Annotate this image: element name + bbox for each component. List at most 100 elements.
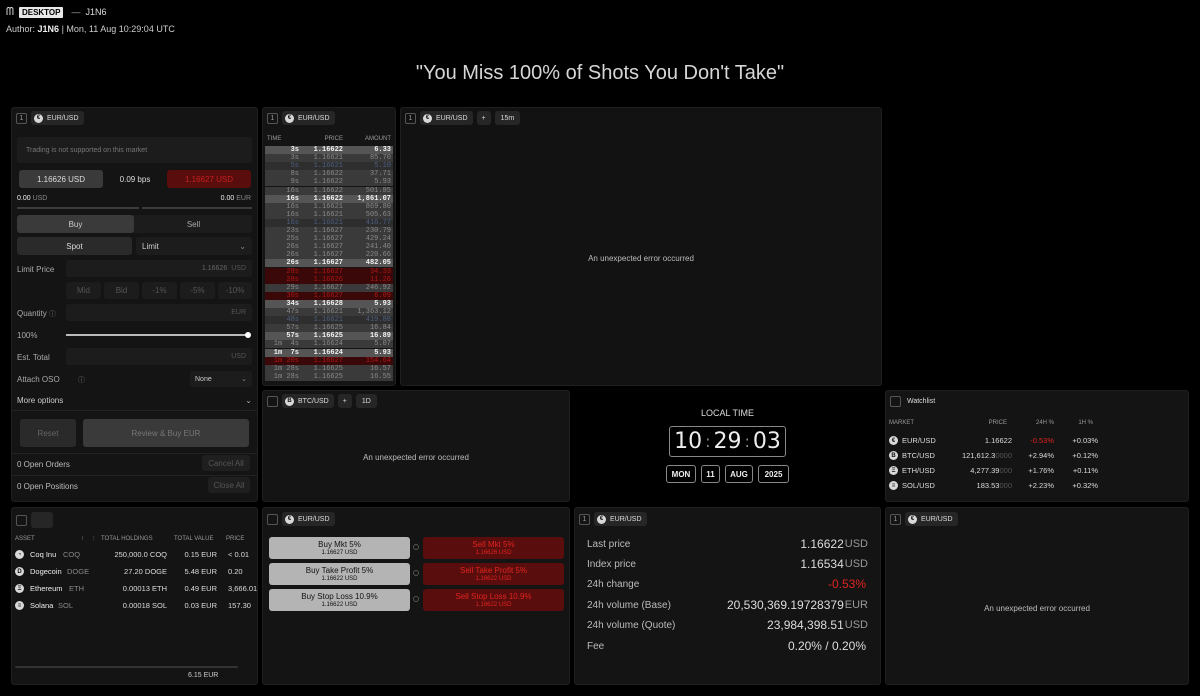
trade-time: 1m 28s [273, 372, 299, 381]
bid-price[interactable]: 1.16626 USD [19, 170, 103, 188]
quick-bid-button[interactable]: Bid [104, 282, 139, 299]
quick-minus10-button[interactable]: -10% [218, 282, 252, 299]
market-selector[interactable]: € EUR/USD [282, 111, 335, 125]
logo-text: DESKTOP [18, 6, 64, 18]
trade-time: 28s [286, 275, 299, 284]
trade-amount: 5.10 [374, 162, 391, 171]
euro-icon: € [908, 514, 917, 524]
watch-price: 1.16622 [984, 436, 1012, 445]
quantity-input[interactable]: EUR [66, 304, 252, 321]
panel-number[interactable]: 1 [405, 112, 416, 124]
trade-time: 26s [286, 243, 299, 252]
trade-row: 1m 28s 1.16625 16.57 [265, 364, 393, 373]
watchlist-row[interactable]: € EUR/USD 1.16622 -0.53% +0.03% [889, 435, 1184, 447]
panel-number[interactable]: 1 [16, 112, 27, 124]
asset-value: 0.49 EUR [184, 584, 217, 593]
portfolio-row[interactable]: Ξ Ethereum ETH 0.00013 ETH 0.49 EUR 3,666.01 [15, 583, 257, 595]
market-selector[interactable]: € EUR/USD [31, 111, 84, 125]
trade-row: 16s 1.16622 501.85 [265, 186, 393, 195]
review-buy-button[interactable]: Review & Buy EUR [83, 419, 249, 447]
quick-minus5-button[interactable]: -5% [180, 282, 215, 299]
trade-time: 1m 4s [273, 340, 299, 349]
interval-selector[interactable]: 1D [355, 394, 377, 408]
spot-button[interactable]: Spot [17, 237, 132, 255]
add-indicator-button[interactable]: + [337, 394, 352, 408]
buy-tab[interactable]: Buy [17, 215, 134, 233]
add-indicator-button[interactable]: + [476, 111, 491, 125]
portfolio-row[interactable]: ≡ Solana SOL 0.00018 SOL 0.03 EUR 157.30 [15, 600, 257, 612]
horizontal-scrollbar[interactable] [15, 666, 238, 668]
oso-select[interactable]: None ⌄ [190, 371, 252, 387]
panel-number[interactable] [267, 513, 278, 525]
market-selector[interactable]: B BTC/USD [282, 394, 334, 408]
slider-handle[interactable] [245, 332, 251, 338]
watchlist-row[interactable]: B BTC/USD 121,612.30000 +2.94% +0.12% [889, 450, 1184, 462]
coin-icon: ≡ [889, 481, 898, 490]
slider-fill [66, 334, 250, 336]
more-options-toggle[interactable]: More options ⌄ [17, 396, 252, 405]
sort-icon[interactable]: ↑ [81, 536, 84, 542]
buy-market-button[interactable]: Buy Mkt 5% 1.16627 USD [269, 537, 410, 559]
trade-price: 1.16622 [313, 170, 343, 179]
trade-amount: 419.88 [365, 316, 391, 325]
trade-row: 30s 1.16627 6.09 [265, 291, 393, 300]
watchlist-row[interactable]: Ξ ETH/USD 4,277.39000 +1.76% +0.11% [889, 465, 1184, 477]
market-selector[interactable]: € EUR/USD [420, 111, 473, 125]
close-all-button[interactable]: Close All [208, 477, 250, 493]
portfolio-total: 6.15 EUR [188, 672, 219, 679]
limit-price-input[interactable]: 1.16626 USD [66, 260, 252, 277]
watch-1h: +0.32% [1072, 481, 1098, 490]
sell-tab[interactable]: Sell [135, 215, 252, 233]
panel-number[interactable] [16, 514, 27, 526]
quick-mid-button[interactable]: Mid [66, 282, 101, 299]
ask-price[interactable]: 1.16627 USD [167, 170, 251, 188]
market-selector[interactable]: € EUR/USD [905, 512, 958, 526]
trade-price: 1.16621 [313, 162, 343, 171]
trade-amount: 1,861.07 [357, 194, 391, 203]
clock-minutes: 29 [713, 429, 742, 454]
filter-icon[interactable]: ⫶ [93, 536, 95, 543]
sell-market-button[interactable]: Sell Mkt 5% 1.16626 USD [423, 537, 564, 559]
sell-stop-loss-button[interactable]: Sell Stop Loss 10.9% 1.16622 USD [423, 589, 564, 611]
panel-number[interactable]: 1 [579, 513, 590, 525]
header-title: J1N6 [85, 7, 107, 17]
trade-time: 25s [286, 235, 299, 244]
author-name[interactable]: J1N6 [38, 24, 60, 34]
buy-stop-loss-button[interactable]: Buy Stop Loss 10.9% 1.16622 USD [269, 589, 410, 611]
quantity-slider[interactable] [66, 332, 251, 338]
panel-number[interactable] [890, 395, 901, 407]
portfolio-header: ASSET ↑ ⫶ TOTAL HOLDINGS TOTAL VALUE PRI… [15, 536, 245, 543]
watchlist-row[interactable]: ≡ SOL/USD 183.53000 +2.23% +0.32% [889, 480, 1184, 492]
toggle-dot-icon[interactable] [413, 570, 419, 576]
portfolio-row[interactable]: ◔ Coq Inu COQ 250,000.0 COQ 0.15 EUR < 0.01 [15, 549, 257, 561]
order-type-select[interactable]: Limit ⌄ [136, 237, 252, 255]
trade-amount: 16.55 [369, 372, 391, 381]
panel-number[interactable]: 1 [267, 112, 278, 124]
toggle-dot-icon[interactable] [413, 596, 419, 602]
trade-price: 1.16621 [313, 202, 343, 211]
portfolio-row[interactable]: D Dogecoin DOGE 27.20 DOGE 5.48 EUR 0.20 [15, 566, 257, 578]
panel-number[interactable] [267, 395, 278, 407]
cancel-all-button[interactable]: Cancel All [202, 455, 250, 471]
market-selector[interactable]: € EUR/USD [594, 512, 647, 526]
market-selector[interactable]: € EUR/USD [282, 512, 335, 526]
asset-holdings: 27.20 DOGE [124, 567, 167, 576]
trade-price: 1.16622 [313, 186, 343, 195]
coin-icon: € [889, 436, 898, 445]
market-stats-panel: 1 € EUR/USD Last price 1.16622 USD Index pr… [574, 507, 881, 685]
sell-take-profit-button[interactable]: Sell Take Profit 5% 1.16622 USD [423, 563, 564, 585]
toggle-dot-icon[interactable] [413, 544, 419, 550]
quick-minus1-button[interactable]: -1% [142, 282, 177, 299]
trade-panel: 1 € EUR/USD Trading is not supported on t… [11, 107, 258, 502]
trade-amount: 230.79 [365, 227, 391, 235]
interval-selector[interactable]: 15m [494, 111, 521, 125]
balance-left: 0.00 [17, 195, 31, 202]
panel-number[interactable]: 1 [890, 513, 901, 525]
reset-button[interactable]: Reset [20, 419, 76, 447]
asset-value: 0.03 EUR [184, 601, 217, 610]
coin-icon: Ξ [15, 584, 24, 593]
buy-take-profit-button[interactable]: Buy Take Profit 5% 1.16622 USD [269, 563, 410, 585]
portfolio-selector[interactable] [31, 512, 53, 528]
trade-time: 3s [290, 146, 299, 154]
trade-row: 25s 1.16627 429.24 [265, 235, 393, 244]
